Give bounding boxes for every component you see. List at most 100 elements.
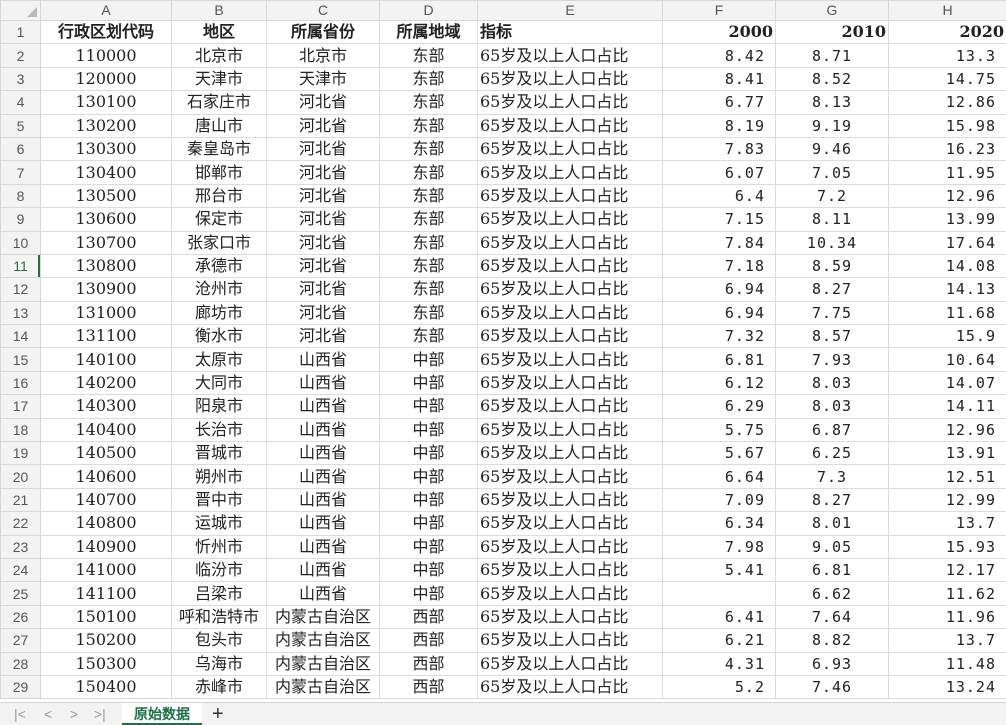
cell-code[interactable]: 140300 xyxy=(41,395,172,418)
column-header-c[interactable]: C xyxy=(267,1,380,21)
cell-province[interactable]: 北京市 xyxy=(267,44,380,67)
row-number[interactable]: 8 xyxy=(1,184,41,207)
cell-indicator[interactable]: 65岁及以上人口占比 xyxy=(478,208,663,231)
cell-area[interactable]: 中部 xyxy=(380,488,478,511)
cell-2010[interactable]: 9.19 xyxy=(776,114,889,137)
cell-region[interactable]: 晋城市 xyxy=(172,442,267,465)
cell-2000[interactable]: 7.83 xyxy=(663,137,776,160)
cell-area[interactable]: 东部 xyxy=(380,91,478,114)
row-number[interactable]: 11 xyxy=(1,254,41,277)
cell-2000[interactable]: 7.32 xyxy=(663,325,776,348)
cell-area[interactable]: 西部 xyxy=(380,675,478,698)
cell-code[interactable]: 130600 xyxy=(41,208,172,231)
cell-indicator[interactable]: 65岁及以上人口占比 xyxy=(478,44,663,67)
cell-2020[interactable]: 14.75 xyxy=(889,67,1006,90)
cell-province[interactable]: 山西省 xyxy=(267,371,380,394)
cell-2010[interactable]: 8.71 xyxy=(776,44,889,67)
cell-area[interactable]: 中部 xyxy=(380,418,478,441)
cell-2000[interactable]: 7.98 xyxy=(663,535,776,558)
cell-code[interactable]: 140100 xyxy=(41,348,172,371)
cell-2020[interactable]: 15.9 xyxy=(889,325,1006,348)
cell-area[interactable]: 中部 xyxy=(380,558,478,581)
cell-province[interactable]: 山西省 xyxy=(267,442,380,465)
cell-indicator[interactable]: 65岁及以上人口占比 xyxy=(478,442,663,465)
cell-2010[interactable]: 7.05 xyxy=(776,161,889,184)
row-number[interactable]: 15 xyxy=(1,348,41,371)
row-number[interactable]: 23 xyxy=(1,535,41,558)
next-sheet-icon[interactable]: > xyxy=(70,706,78,722)
first-sheet-icon[interactable]: |< xyxy=(14,706,26,722)
cell-2010[interactable]: 8.01 xyxy=(776,512,889,535)
cell-2020[interactable]: 13.3 xyxy=(889,44,1006,67)
cell-area[interactable]: 中部 xyxy=(380,535,478,558)
cell-region[interactable]: 张家口市 xyxy=(172,231,267,254)
cell-2000[interactable]: 6.94 xyxy=(663,301,776,324)
cell-code[interactable]: 140800 xyxy=(41,512,172,535)
row-number[interactable]: 16 xyxy=(1,371,41,394)
row-number[interactable]: 19 xyxy=(1,442,41,465)
cell-2020[interactable]: 11.96 xyxy=(889,605,1006,628)
cell-indicator[interactable]: 65岁及以上人口占比 xyxy=(478,137,663,160)
cell-region[interactable]: 呼和浩特市 xyxy=(172,605,267,628)
cell-region[interactable]: 邯郸市 xyxy=(172,161,267,184)
row-number[interactable]: 21 xyxy=(1,488,41,511)
header-cell-2000[interactable]: 2000 xyxy=(663,21,776,44)
last-sheet-icon[interactable]: >| xyxy=(94,706,106,722)
cell-area[interactable]: 东部 xyxy=(380,278,478,301)
row-number[interactable]: 14 xyxy=(1,325,41,348)
cell-region[interactable]: 邢台市 xyxy=(172,184,267,207)
cell-2010[interactable]: 8.52 xyxy=(776,67,889,90)
cell-2010[interactable]: 7.64 xyxy=(776,605,889,628)
cell-2000[interactable]: 6.12 xyxy=(663,371,776,394)
cell-indicator[interactable]: 65岁及以上人口占比 xyxy=(478,418,663,441)
cell-region[interactable]: 长治市 xyxy=(172,418,267,441)
cell-code[interactable]: 110000 xyxy=(41,44,172,67)
cell-province[interactable]: 河北省 xyxy=(267,278,380,301)
cell-region[interactable]: 天津市 xyxy=(172,67,267,90)
cell-2020[interactable]: 17.64 xyxy=(889,231,1006,254)
cell-indicator[interactable]: 65岁及以上人口占比 xyxy=(478,465,663,488)
row-number[interactable]: 1 xyxy=(1,21,41,44)
cell-2000[interactable]: 7.84 xyxy=(663,231,776,254)
cell-area[interactable]: 中部 xyxy=(380,465,478,488)
cell-area[interactable]: 中部 xyxy=(380,582,478,605)
cell-2020[interactable]: 10.64 xyxy=(889,348,1006,371)
cell-province[interactable]: 河北省 xyxy=(267,301,380,324)
cell-2020[interactable]: 14.13 xyxy=(889,278,1006,301)
add-sheet-icon[interactable]: + xyxy=(212,703,224,725)
cell-2000[interactable]: 6.64 xyxy=(663,465,776,488)
cell-2020[interactable]: 12.96 xyxy=(889,184,1006,207)
cell-region[interactable]: 临汾市 xyxy=(172,558,267,581)
cell-region[interactable]: 衡水市 xyxy=(172,325,267,348)
cell-province[interactable]: 山西省 xyxy=(267,418,380,441)
cell-region[interactable]: 沧州市 xyxy=(172,278,267,301)
cell-region[interactable]: 太原市 xyxy=(172,348,267,371)
cell-2010[interactable]: 7.2 xyxy=(776,184,889,207)
cell-indicator[interactable]: 65岁及以上人口占比 xyxy=(478,184,663,207)
cell-province[interactable]: 内蒙古自治区 xyxy=(267,675,380,698)
cell-code[interactable]: 120000 xyxy=(41,67,172,90)
cell-2010[interactable]: 8.13 xyxy=(776,91,889,114)
cell-2000[interactable]: 4.31 xyxy=(663,652,776,675)
column-header-e[interactable]: E xyxy=(478,1,663,21)
cell-2000[interactable]: 5.75 xyxy=(663,418,776,441)
cell-2000[interactable]: 7.15 xyxy=(663,208,776,231)
cell-2010[interactable]: 8.57 xyxy=(776,325,889,348)
row-number[interactable]: 26 xyxy=(1,605,41,628)
cell-region[interactable]: 廊坊市 xyxy=(172,301,267,324)
cell-region[interactable]: 乌海市 xyxy=(172,652,267,675)
cell-2010[interactable]: 7.3 xyxy=(776,465,889,488)
column-header-b[interactable]: B xyxy=(172,1,267,21)
cell-region[interactable]: 秦皇岛市 xyxy=(172,137,267,160)
cell-2020[interactable]: 11.48 xyxy=(889,652,1006,675)
cell-province[interactable]: 河北省 xyxy=(267,325,380,348)
cell-2020[interactable]: 13.7 xyxy=(889,512,1006,535)
cell-code[interactable]: 140700 xyxy=(41,488,172,511)
cell-2000[interactable]: 6.34 xyxy=(663,512,776,535)
cell-province[interactable]: 河北省 xyxy=(267,184,380,207)
cell-code[interactable]: 140600 xyxy=(41,465,172,488)
cell-region[interactable]: 唐山市 xyxy=(172,114,267,137)
cell-province[interactable]: 河北省 xyxy=(267,114,380,137)
cell-area[interactable]: 东部 xyxy=(380,44,478,67)
cell-province[interactable]: 内蒙古自治区 xyxy=(267,605,380,628)
